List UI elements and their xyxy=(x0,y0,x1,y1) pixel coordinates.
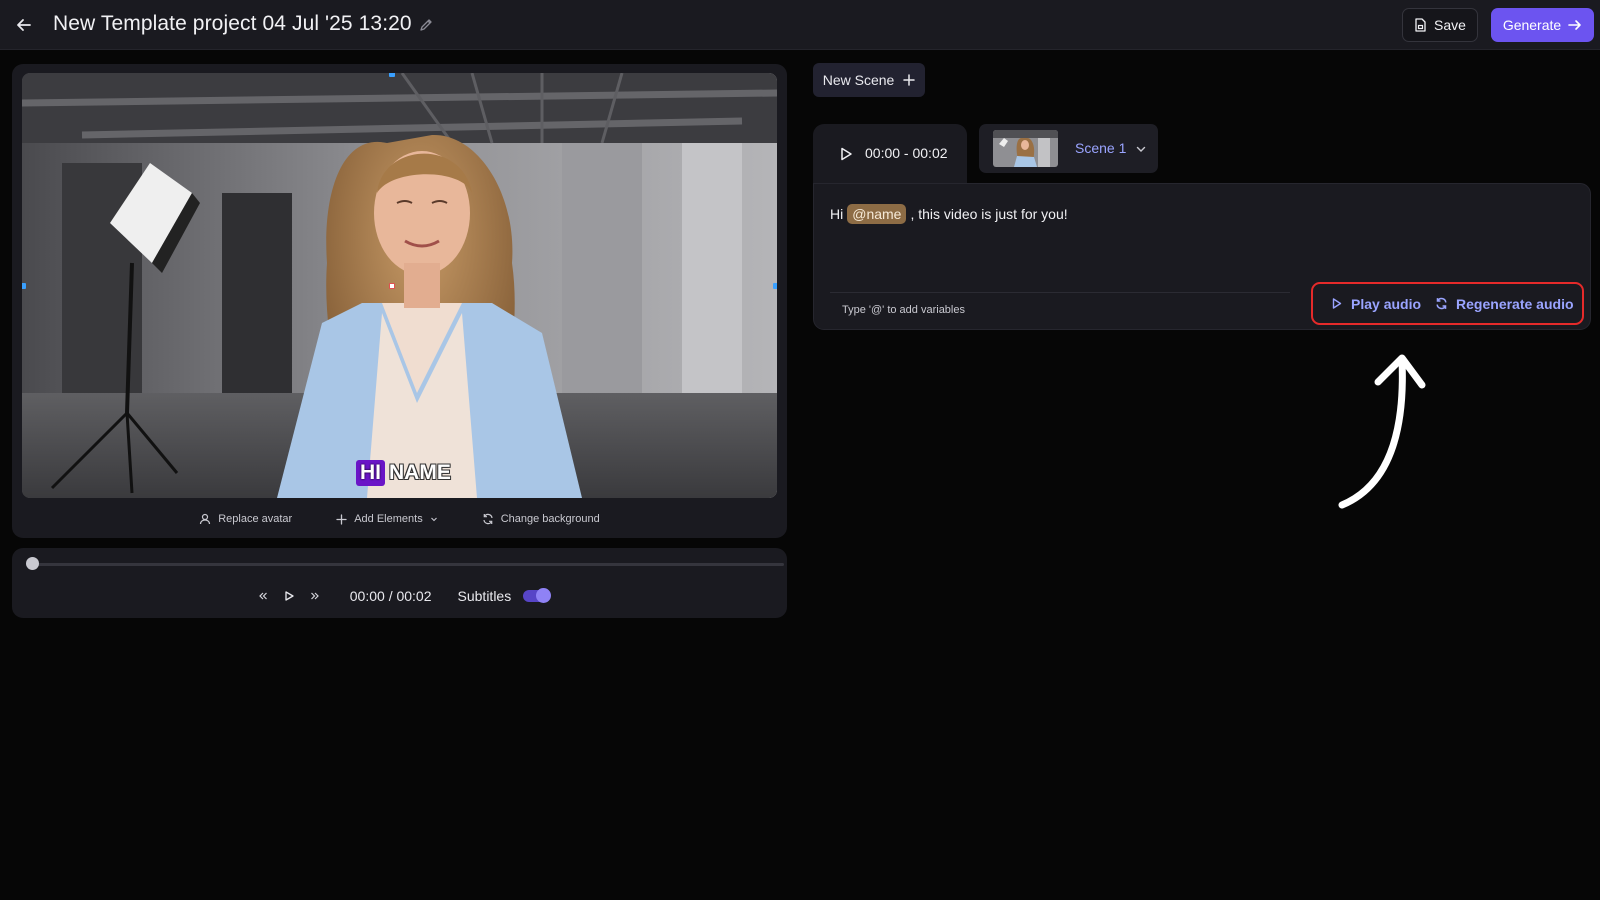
selection-handle[interactable] xyxy=(773,283,777,289)
selection-center-handle[interactable] xyxy=(389,283,395,289)
script-suffix: , this video is just for you! xyxy=(910,206,1068,222)
variable-chip[interactable]: @name xyxy=(847,204,907,224)
pencil-icon[interactable] xyxy=(418,17,434,33)
script-prefix: Hi xyxy=(830,206,844,222)
selection-handle[interactable] xyxy=(22,283,26,289)
add-elements-label: Add Elements xyxy=(354,513,423,525)
refresh-icon xyxy=(483,513,493,525)
generate-label: Generate xyxy=(1502,17,1562,33)
subtitle-word: NAME xyxy=(389,461,451,484)
add-elements-button[interactable]: Add Elements xyxy=(336,513,437,525)
new-scene-button[interactable]: New Scene xyxy=(813,63,925,97)
play-icon xyxy=(285,591,294,601)
play-icon xyxy=(1332,298,1342,309)
script-text[interactable]: Hi @name , this video is just for you! xyxy=(830,204,1068,224)
scene-time-range: 00:00 - 00:02 xyxy=(865,145,948,161)
chevron-down-icon xyxy=(430,517,437,522)
time-readout: 00:00 / 00:02 xyxy=(349,588,432,604)
annotation-arrow-icon xyxy=(1338,354,1426,509)
audio-actions-highlight: Play audio Regenerate audio xyxy=(1311,282,1584,325)
playback-controls: 00:00 / 00:02 Subtitles xyxy=(12,581,787,611)
subtitles-label: Subtitles xyxy=(457,588,512,604)
timeline-scrubber[interactable] xyxy=(31,563,784,566)
generate-button[interactable]: Generate xyxy=(1491,8,1594,42)
back-button[interactable] xyxy=(12,13,36,37)
arrow-right-icon xyxy=(1568,20,1581,30)
double-chevron-right-icon xyxy=(310,592,319,600)
subtitles-toggle[interactable] xyxy=(523,588,552,603)
regenerate-audio-label: Regenerate audio xyxy=(1456,295,1574,312)
play-audio-label: Play audio xyxy=(1351,295,1422,312)
save-button[interactable]: Save xyxy=(1402,8,1478,42)
play-audio-button[interactable]: Play audio xyxy=(1330,296,1421,312)
scene-dropdown[interactable]: Scene 1 xyxy=(979,124,1158,173)
chevron-down-icon xyxy=(1136,146,1146,152)
selection-handle[interactable] xyxy=(389,73,395,77)
preview-actions: Replace avatar Add Elements Change backg… xyxy=(12,504,787,534)
change-background-label: Change background xyxy=(500,513,600,525)
subtitle-highlight-word: HI xyxy=(356,460,385,486)
script-editor[interactable]: Hi @name , this video is just for you! T… xyxy=(813,183,1591,330)
save-icon xyxy=(1415,18,1426,32)
save-label: Save xyxy=(1434,17,1466,33)
refresh-icon xyxy=(1436,297,1447,310)
skip-forward-button[interactable] xyxy=(302,583,328,609)
arrow-left-icon xyxy=(17,19,31,31)
scrubber-handle[interactable] xyxy=(26,557,39,570)
skip-back-button[interactable] xyxy=(250,583,276,609)
double-chevron-left-icon xyxy=(258,592,267,600)
plus-icon xyxy=(336,513,347,525)
avatar-scene-image xyxy=(22,73,777,498)
preview-panel: HI NAME Replace avatar Add Elements Chan… xyxy=(12,64,787,538)
plus-icon xyxy=(903,74,916,86)
regenerate-audio-button[interactable]: Regenerate audio xyxy=(1435,295,1574,312)
replace-avatar-button[interactable]: Replace avatar xyxy=(199,513,292,525)
divider xyxy=(830,292,1290,293)
change-background-button[interactable]: Change background xyxy=(482,513,600,525)
replace-avatar-label: Replace avatar xyxy=(218,513,293,525)
scene-label: Scene 1 xyxy=(1075,140,1127,156)
toggle-knob xyxy=(536,588,552,603)
play-button[interactable] xyxy=(276,583,302,609)
project-title[interactable]: New Template project 04 Jul '25 13:20 xyxy=(53,12,412,36)
player-panel: 00:00 / 00:02 Subtitles xyxy=(12,548,787,618)
subtitle-overlay[interactable]: HI NAME xyxy=(356,460,451,486)
scene-timing-tab[interactable]: 00:00 - 00:02 xyxy=(813,124,967,190)
new-scene-label: New Scene xyxy=(822,72,895,88)
top-bar: New Template project 04 Jul '25 13:20 Sa… xyxy=(0,0,1600,50)
play-icon[interactable] xyxy=(838,146,854,162)
variable-hint: Type '@' to add variables xyxy=(842,304,965,316)
scene-thumbnail xyxy=(993,130,1058,167)
video-preview[interactable]: HI NAME xyxy=(22,73,777,498)
user-icon xyxy=(200,513,211,525)
